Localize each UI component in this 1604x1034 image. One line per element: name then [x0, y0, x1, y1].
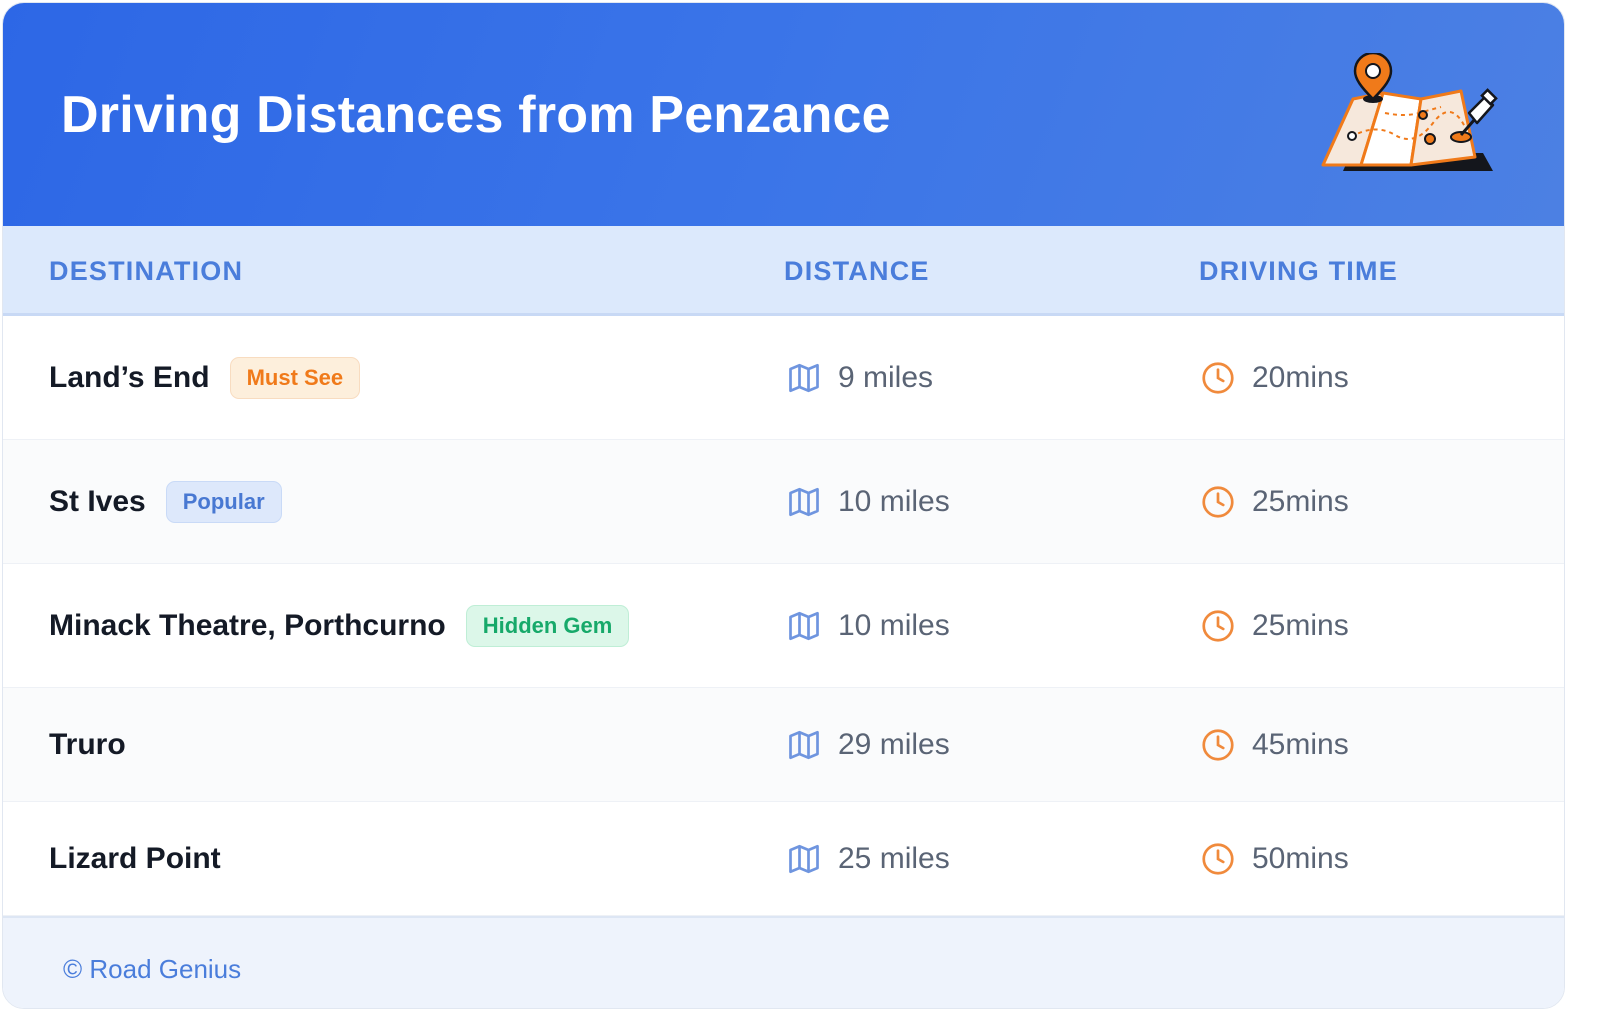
column-header-distance[interactable]: DISTANCE	[784, 256, 930, 287]
destination-cell: Truro	[49, 728, 126, 762]
badge-hidden-gem: Hidden Gem	[465, 604, 630, 647]
map-icon	[789, 611, 819, 640]
time-value: 45mins	[1252, 727, 1349, 761]
page-title: Driving Distances from Penzance	[61, 86, 891, 144]
map-icon	[789, 487, 819, 516]
destination-name: Truro	[49, 727, 126, 761]
map-icon	[789, 730, 819, 759]
time-cell: 25mins	[1200, 484, 1349, 520]
time-cell: 45mins	[1200, 727, 1349, 763]
time-value: 25mins	[1252, 484, 1349, 518]
time-cell: 50mins	[1200, 841, 1349, 877]
table-row[interactable]: Lizard Point 25 miles 50mins	[3, 802, 1564, 916]
header: Driving Distances from Penzance	[3, 3, 1564, 226]
destination-name: St Ives	[49, 484, 146, 518]
time-cell: 25mins	[1200, 608, 1349, 644]
footer: © Road Genius	[3, 916, 1564, 1008]
time-cell: 20mins	[1200, 360, 1349, 396]
column-header-destination[interactable]: DESTINATION	[49, 256, 243, 287]
destination-cell: Minack Theatre, Porthcurno Hidden Gem	[49, 604, 630, 647]
distance-value: 25 miles	[838, 841, 950, 875]
distance-cell: 25 miles	[786, 841, 950, 877]
distance-cell: 10 miles	[786, 608, 950, 644]
folded-map-with-pins-icon	[1321, 53, 1498, 171]
footer-credit[interactable]: © Road Genius	[63, 954, 241, 985]
distance-cell: 29 miles	[786, 727, 950, 763]
table-row[interactable]: St Ives Popular 10 miles 25mins	[3, 440, 1564, 564]
map-icon	[789, 844, 819, 873]
time-value: 50mins	[1252, 841, 1349, 875]
distance-value: 9 miles	[838, 360, 934, 394]
clock-icon	[1202, 485, 1234, 518]
table-row[interactable]: Land’s End Must See 9 miles 20mins	[3, 316, 1564, 440]
clock-icon	[1202, 728, 1234, 761]
time-value: 25mins	[1252, 608, 1349, 642]
table-row[interactable]: Minack Theatre, Porthcurno Hidden Gem 10…	[3, 564, 1564, 688]
badge-popular: Popular	[165, 480, 282, 523]
destination-name: Lizard Point	[49, 841, 221, 875]
clock-icon	[1202, 609, 1234, 642]
distance-value: 29 miles	[838, 727, 950, 761]
map-icon	[789, 363, 819, 392]
destination-cell: St Ives Popular	[49, 480, 282, 523]
distance-card: Driving Distances from Penzance DESTINAT…	[2, 2, 1565, 1009]
destination-cell: Land’s End Must See	[49, 356, 361, 399]
distance-value: 10 miles	[838, 484, 950, 518]
column-header-driving-time[interactable]: DRIVING TIME	[1199, 256, 1398, 287]
badge-must-see: Must See	[229, 356, 361, 399]
destination-name: Minack Theatre, Porthcurno	[49, 608, 446, 642]
clock-icon	[1202, 842, 1234, 875]
table-header: DESTINATION DISTANCE DRIVING TIME	[3, 226, 1564, 316]
time-value: 20mins	[1252, 360, 1349, 394]
clock-icon	[1202, 361, 1234, 394]
distance-value: 10 miles	[838, 608, 950, 642]
distance-cell: 9 miles	[786, 360, 933, 396]
distance-cell: 10 miles	[786, 484, 950, 520]
table-row[interactable]: Truro 29 miles 45mins	[3, 688, 1564, 802]
destination-name: Land’s End	[49, 360, 210, 394]
destination-cell: Lizard Point	[49, 842, 221, 876]
